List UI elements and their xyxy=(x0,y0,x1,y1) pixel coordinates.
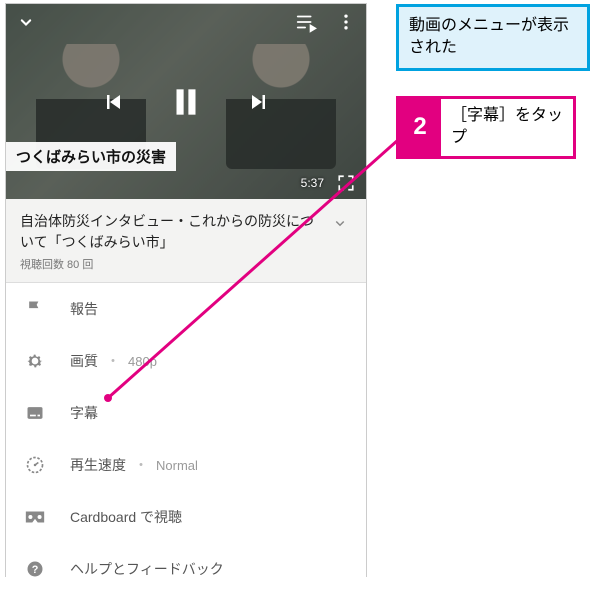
menu-item-report[interactable]: 報告 xyxy=(6,283,366,335)
expand-description-icon[interactable] xyxy=(328,211,352,235)
captions-icon xyxy=(24,402,46,424)
video-meta: 自治体防災インタビュー・これからの防災について「つくばみらい市」 視聴回数 80… xyxy=(6,199,366,283)
menu-label: 再生速度 xyxy=(70,455,126,475)
callout-info: 動画のメニューが表示された xyxy=(396,4,590,71)
separator-dot: ・ xyxy=(134,455,148,475)
menu-item-cardboard[interactable]: Cardboard で視聴 xyxy=(6,491,366,543)
menu-label: Cardboard で視聴 xyxy=(70,507,182,527)
speed-icon xyxy=(24,454,46,476)
video-timestamp: 5:37 xyxy=(301,176,324,190)
previous-icon[interactable] xyxy=(102,90,126,114)
gear-icon xyxy=(24,350,46,372)
phone-frame: つくばみらい市の災害 5:37 自治体防災インタビュー・これからの防災について「… xyxy=(6,4,366,576)
next-icon[interactable] xyxy=(246,90,270,114)
playlist-icon[interactable] xyxy=(294,10,318,34)
pause-icon[interactable] xyxy=(166,82,206,122)
callout-step: 2 ［字幕］をタップ xyxy=(396,96,576,159)
fullscreen-icon[interactable] xyxy=(334,171,358,195)
cardboard-icon xyxy=(24,506,46,528)
menu-label: 報告 xyxy=(70,299,98,319)
separator-dot: ・ xyxy=(106,351,120,371)
menu-label: 画質 xyxy=(70,351,98,371)
collapse-icon[interactable] xyxy=(14,10,38,34)
chapter-banner: つくばみらい市の災害 xyxy=(6,142,176,171)
menu-label: ヘルプとフィードバック xyxy=(70,559,224,579)
view-count: 視聴回数 80 回 xyxy=(20,256,352,272)
menu-label: 字幕 xyxy=(70,403,98,423)
video-title: 自治体防災インタビュー・これからの防災について「つくばみらい市」 xyxy=(20,211,320,253)
video-player[interactable]: つくばみらい市の災害 5:37 xyxy=(6,4,366,199)
menu-item-captions[interactable]: 字幕 xyxy=(6,387,366,439)
svg-text:?: ? xyxy=(32,564,39,576)
more-icon[interactable] xyxy=(334,10,358,34)
menu-value: Normal xyxy=(156,458,198,473)
menu-item-speed[interactable]: 再生速度 ・ Normal xyxy=(6,439,366,491)
menu-item-help[interactable]: ? ヘルプとフィードバック xyxy=(6,543,366,595)
step-number: 2 xyxy=(399,99,441,156)
flag-icon xyxy=(24,298,46,320)
step-text: ［字幕］をタップ xyxy=(441,99,573,156)
menu-value: 480p xyxy=(128,354,157,369)
menu-item-quality[interactable]: 画質 ・ 480p xyxy=(6,335,366,387)
help-icon: ? xyxy=(24,558,46,580)
options-menu: 報告 画質 ・ 480p 字幕 再生速度 ・ xyxy=(6,283,366,595)
